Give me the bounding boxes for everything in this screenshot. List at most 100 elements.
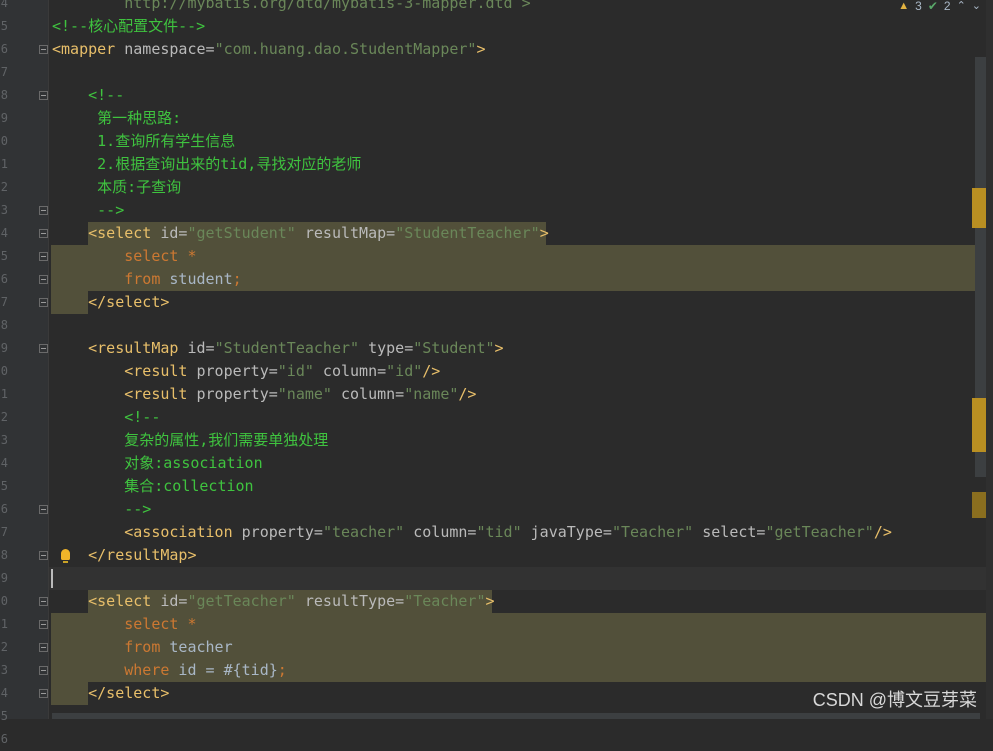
code-token-url: http://mybatis.org/dtd/mybatis-3-mapper.…: [52, 0, 531, 12]
fold-marker-icon[interactable]: [39, 620, 48, 629]
code-token-attr: javaType=: [521, 523, 612, 541]
code-line[interactable]: 第一种思路:: [52, 107, 181, 130]
code-token-plain: id = #{tid}: [169, 661, 278, 679]
code-token-plain: student: [160, 270, 233, 288]
code-line[interactable]: select *: [52, 613, 197, 636]
code-token-attr: select=: [693, 523, 766, 541]
fold-marker-icon[interactable]: [39, 298, 48, 307]
code-token-comment: <!--: [52, 408, 161, 426]
code-line[interactable]: </select>: [52, 291, 169, 314]
code-token-comment: <!--: [52, 86, 125, 104]
line-number: 4: [0, 686, 8, 700]
warning-count: 3: [915, 0, 922, 13]
line-number: 2: [0, 640, 8, 654]
line-number: 1: [0, 387, 8, 401]
fold-marker-icon[interactable]: [39, 206, 48, 215]
chevron-up-icon[interactable]: ⌃: [957, 0, 966, 12]
inspection-widget[interactable]: ▲ 3 ✔ 2 ⌃ ⌄: [898, 0, 981, 12]
code-line[interactable]: <!--: [52, 406, 160, 429]
code-line[interactable]: </resultMap>: [52, 544, 197, 567]
code-token-val: "Student": [413, 339, 495, 357]
code-token-val: "id": [386, 362, 423, 380]
code-token-tag: <select: [52, 224, 152, 242]
fold-marker-icon[interactable]: [39, 344, 48, 353]
code-line[interactable]: http://mybatis.org/dtd/mybatis-3-mapper.…: [52, 0, 531, 15]
code-token-comment: 集合:collection: [52, 477, 254, 495]
code-line[interactable]: from teacher: [52, 636, 232, 659]
warning-triangle-icon: ▲: [898, 0, 910, 12]
code-line[interactable]: -->: [52, 199, 124, 222]
fold-marker-icon[interactable]: [39, 229, 48, 238]
code-line[interactable]: <!--: [52, 84, 124, 107]
code-token-tag: </select>: [52, 293, 170, 311]
fold-marker-icon[interactable]: [39, 45, 48, 54]
code-line[interactable]: -->: [52, 498, 151, 521]
line-number: 7: [0, 65, 8, 79]
code-token-comment: 2.根据查询出来的tid,寻找对应的老师: [52, 155, 362, 173]
code-line[interactable]: 本质:子查询: [52, 176, 181, 199]
code-line[interactable]: <result property="name" column="name"/>: [52, 383, 476, 406]
error-stripe-marker[interactable]: [972, 188, 986, 228]
error-stripe-marker[interactable]: [972, 492, 986, 518]
code-token-tag: </resultMap>: [52, 546, 197, 564]
code-line[interactable]: from student;: [52, 268, 241, 291]
code-token-tag: <mapper: [52, 40, 116, 58]
fold-marker-icon[interactable]: [39, 252, 48, 261]
code-token-attr: resultType=: [295, 592, 405, 610]
code-token-attr: column=: [404, 523, 477, 541]
code-token-val: "StudentTeacher": [395, 224, 540, 242]
fold-marker-icon[interactable]: [39, 505, 48, 514]
code-token-val: "StudentTeacher": [214, 339, 360, 357]
code-line[interactable]: <association property="teacher" column="…: [52, 521, 892, 544]
code-line[interactable]: 复杂的属性,我们需要单独处理: [52, 429, 328, 452]
code-token-kw: ;: [277, 661, 287, 679]
line-number: 5: [0, 19, 8, 33]
code-line[interactable]: where id = #{tid};: [52, 659, 287, 682]
code-token-tag: <association: [52, 523, 233, 541]
code-token-tag: >: [485, 592, 495, 610]
code-editor[interactable]: http://mybatis.org/dtd/mybatis-3-mapper.…: [49, 0, 989, 719]
fold-marker-icon[interactable]: [39, 666, 48, 675]
line-number: 5: [0, 249, 8, 263]
code-token-attr: id=: [178, 339, 215, 357]
code-token-attr: column=: [331, 385, 405, 403]
code-token-comment: -->: [52, 500, 152, 518]
fold-marker-icon[interactable]: [39, 643, 48, 652]
code-line[interactable]: </select>: [52, 682, 169, 705]
code-token-kw: where: [52, 661, 170, 679]
code-line[interactable]: <select id="getTeacher" resultType="Teac…: [52, 590, 495, 613]
code-line[interactable]: 对象:association: [52, 452, 262, 475]
line-number: 6: [0, 502, 8, 516]
code-line[interactable]: <!--核心配置文件-->: [52, 15, 205, 38]
code-token-attr: resultMap=: [295, 224, 396, 242]
code-token-kw: select: [52, 615, 179, 633]
code-line[interactable]: <resultMap id="StudentTeacher" type="Stu…: [52, 337, 504, 360]
line-number: 8: [0, 548, 8, 562]
code-line[interactable]: <result property="id" column="id"/>: [52, 360, 440, 383]
fold-marker-icon[interactable]: [39, 91, 48, 100]
code-token-kw: *: [187, 615, 197, 633]
fold-marker-icon[interactable]: [39, 597, 48, 606]
code-token-comment: -->: [52, 201, 125, 219]
code-token-comment: 第一种思路:: [52, 109, 182, 127]
ok-count: 2: [943, 0, 951, 13]
horizontal-scrollbar[interactable]: [52, 713, 980, 719]
code-line[interactable]: 2.根据查询出来的tid,寻找对应的老师: [52, 153, 361, 176]
chevron-down-icon[interactable]: ⌄: [972, 0, 981, 12]
code-token-attr: id=: [151, 224, 188, 242]
code-token-attr: column=: [313, 362, 387, 380]
fold-marker-icon[interactable]: [39, 275, 48, 284]
code-token-attr: namespace=: [115, 40, 215, 58]
code-line[interactable]: 集合:collection: [52, 475, 254, 498]
fold-marker-icon[interactable]: [39, 689, 48, 698]
lightbulb-intention-icon[interactable]: [61, 549, 70, 563]
error-stripe-marker[interactable]: [972, 398, 986, 452]
code-line[interactable]: <select id="getStudent" resultMap="Stude…: [52, 222, 549, 245]
code-line[interactable]: <mapper namespace="com.huang.dao.Student…: [52, 38, 486, 61]
code-token-val: "id": [277, 362, 314, 380]
code-token-tag: >: [494, 339, 504, 357]
code-line[interactable]: select *: [52, 245, 196, 268]
code-line[interactable]: 1.查询所有学生信息: [52, 130, 235, 153]
line-number: 6: [0, 272, 8, 286]
fold-marker-icon[interactable]: [39, 551, 48, 560]
